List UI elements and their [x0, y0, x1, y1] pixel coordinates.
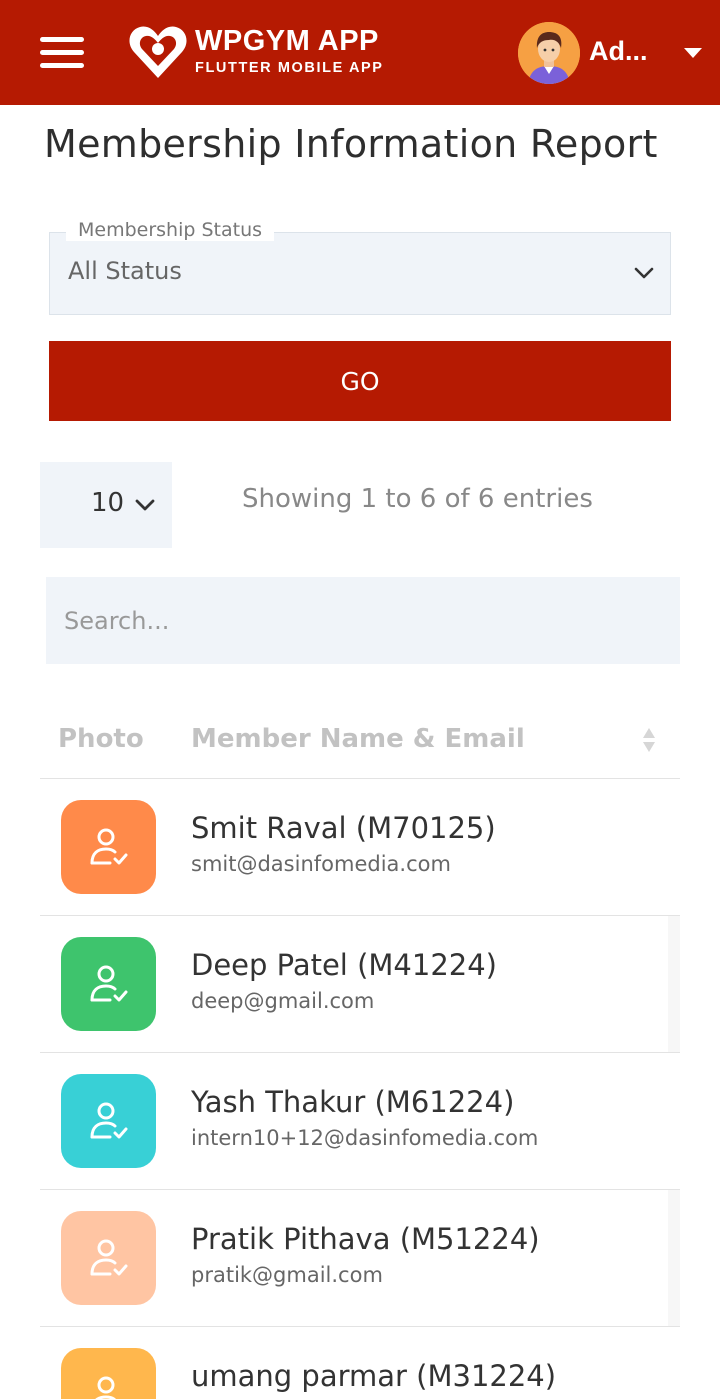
- sort-icon[interactable]: [641, 726, 657, 754]
- member-email: pratik@gmail.com: [191, 1263, 383, 1287]
- membership-status-label: Membership Status: [66, 219, 275, 241]
- member-photo: [61, 1074, 156, 1168]
- member-email: smit@dasinfomedia.com: [191, 852, 451, 876]
- member-name: Smit Raval (M70125): [191, 811, 496, 845]
- member-photo: [61, 1211, 156, 1305]
- membership-status-select[interactable]: All Status: [49, 232, 671, 315]
- app-header: WPGYM APP FLUTTER MOBILE APP Ad...: [0, 0, 720, 105]
- member-name: Yash Thakur (M61224): [191, 1085, 515, 1119]
- brand-subtitle: FLUTTER MOBILE APP: [195, 60, 384, 76]
- hamburger-menu-icon[interactable]: [38, 32, 86, 72]
- member-name: Deep Patel (M41224): [191, 948, 497, 982]
- user-check-icon: [90, 1102, 127, 1139]
- table-row[interactable]: umang parmar (M31224): [40, 1327, 680, 1399]
- table-row[interactable]: Pratik Pithava (M51224) pratik@gmail.com: [40, 1190, 680, 1327]
- search-input[interactable]: [46, 577, 680, 664]
- row-scroll-edge: [668, 916, 680, 1052]
- user-avatar[interactable]: [518, 22, 580, 84]
- member-email: deep@gmail.com: [191, 989, 375, 1013]
- user-check-icon: [90, 1239, 127, 1276]
- avatar-person-icon: [518, 22, 580, 84]
- chevron-down-icon: [135, 499, 155, 511]
- wpgym-logo-icon: [129, 26, 187, 78]
- member-photo: [61, 1348, 156, 1399]
- chevron-down-icon: [634, 267, 654, 279]
- go-button[interactable]: GO: [49, 341, 671, 421]
- member-name: umang parmar (M31224): [191, 1359, 557, 1393]
- membership-status-value: All Status: [68, 257, 182, 285]
- page-title: Membership Information Report: [44, 122, 658, 166]
- user-check-icon: [94, 1376, 116, 1399]
- table-row[interactable]: Deep Patel (M41224) deep@gmail.com: [40, 916, 680, 1053]
- column-header-member-name[interactable]: Member Name & Email: [191, 724, 525, 754]
- table-row[interactable]: Yash Thakur (M61224) intern10+12@dasinfo…: [40, 1053, 680, 1190]
- brand-title: WPGYM APP: [195, 25, 379, 57]
- page-length-select[interactable]: 10: [40, 462, 172, 548]
- user-check-icon: [90, 965, 127, 1002]
- row-scroll-edge: [668, 1190, 680, 1326]
- column-header-photo: Photo: [58, 724, 144, 754]
- user-check-icon: [90, 828, 127, 865]
- member-name: Pratik Pithava (M51224): [191, 1222, 540, 1256]
- member-photo: [61, 800, 156, 894]
- member-email: intern10+12@dasinfomedia.com: [191, 1126, 539, 1150]
- page-length-value: 10: [91, 488, 125, 518]
- member-photo: [61, 937, 156, 1031]
- table-row[interactable]: Smit Raval (M70125) smit@dasinfomedia.co…: [40, 779, 680, 916]
- user-dropdown-caret-icon[interactable]: [684, 48, 702, 58]
- user-name[interactable]: Ad...: [589, 36, 648, 67]
- entries-info: Showing 1 to 6 of 6 entries: [242, 484, 593, 514]
